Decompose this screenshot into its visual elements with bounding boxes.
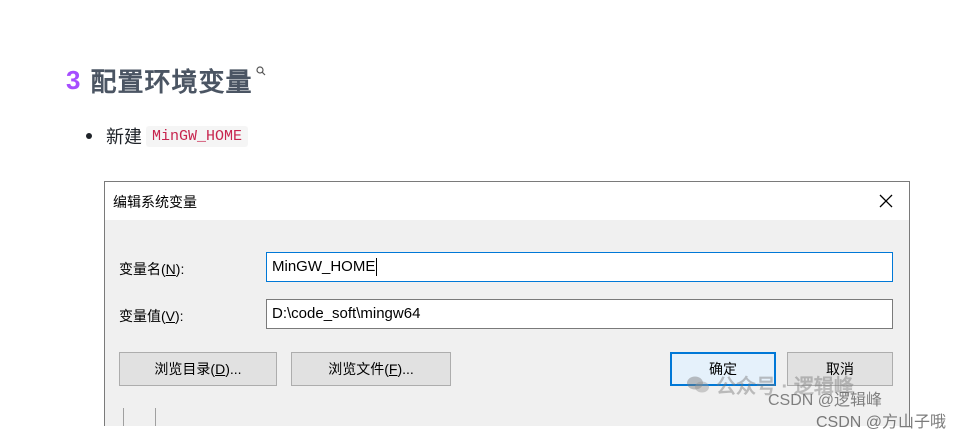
variable-value-label: 变量值(V): (119, 308, 184, 324)
section-title: 配置环境变量 (90, 66, 253, 97)
search-icon[interactable] (256, 66, 266, 76)
close-icon (879, 194, 893, 208)
variable-value-value: D:\code_soft\mingw64 (272, 305, 421, 322)
section-heading: 3 配置环境变量 (66, 60, 266, 100)
close-button[interactable] (863, 182, 909, 220)
dialog-titlebar: 编辑系统变量 (105, 182, 909, 220)
bullet-dot (86, 133, 92, 139)
text-caret (376, 258, 378, 276)
browse-directory-button[interactable]: 浏览目录(D)... (119, 352, 277, 386)
variable-name-input[interactable]: MinGW_HOME (266, 252, 893, 282)
variable-name-label: 变量名(N): (119, 261, 185, 277)
list-item: 新建 MinGW_HOME (86, 122, 249, 150)
csdn-watermark: CSDN @逻辑峰 (768, 392, 883, 409)
inline-code: MinGW_HOME (146, 125, 249, 147)
csdn-watermark: CSDN @方山子哦 (816, 414, 947, 431)
variable-name-value: MinGW_HOME (272, 258, 376, 275)
dialog-title: 编辑系统变量 (113, 194, 197, 210)
wechat-icon (687, 376, 709, 392)
variable-value-input[interactable]: D:\code_soft\mingw64 (266, 299, 893, 329)
browse-file-button[interactable]: 浏览文件(F)... (291, 352, 451, 386)
bullet-text: 新建 (106, 127, 142, 147)
column-divider (155, 408, 156, 426)
list-view-strip (104, 408, 910, 426)
section-number: 3 (66, 64, 81, 95)
column-divider (123, 408, 124, 426)
